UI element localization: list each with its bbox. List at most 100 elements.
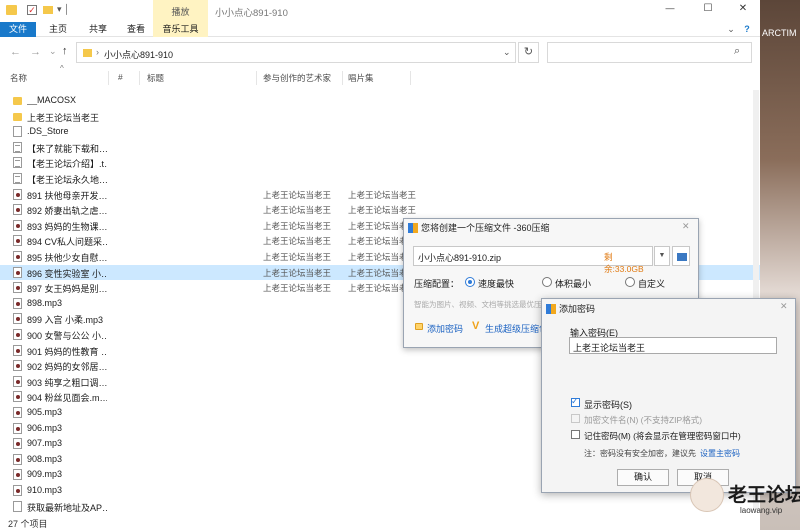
file-name[interactable]: 891 扶他母亲开发… (27, 189, 107, 202)
file-name[interactable]: 894 CV私人问题采… (27, 235, 107, 248)
archive-name-field[interactable]: 小小点心891-910.zip 剩余:33.0GB (413, 246, 653, 274)
file-name[interactable]: 906.mp3 (27, 423, 107, 433)
add-password-link[interactable]: 添加密码 (427, 322, 463, 335)
close-button[interactable]: ✕ (733, 3, 753, 14)
column-number[interactable]: # (118, 72, 123, 82)
audio-file-icon (13, 282, 22, 294)
file-name[interactable]: 获取最新地址及AP… (27, 501, 107, 514)
tab-view[interactable]: 查看 (118, 22, 154, 37)
help-icon[interactable]: ? (740, 22, 754, 37)
desktop-label[interactable]: ARCTIM (762, 28, 797, 38)
file-name[interactable]: 900 女警与公公 小… (27, 329, 107, 342)
watermark-url: laowang.vip (740, 506, 783, 515)
refresh-button[interactable]: ↻ (518, 42, 539, 63)
file-name[interactable]: 893 妈妈的生物课… (27, 220, 107, 233)
file-row[interactable]: 【来了就能下载和… (0, 140, 760, 156)
option-custom-label[interactable]: 自定义 (638, 277, 665, 290)
file-row[interactable]: 892 娇妻出轨之虐… 上老王论坛当老王 上老王论坛当老王 (0, 202, 760, 218)
checkbox-icon[interactable]: ✓ (27, 5, 37, 15)
path-dropdown-icon[interactable]: ▼ (654, 246, 670, 266)
document-icon (13, 157, 22, 169)
quick-access-menu[interactable]: ▾ │ (57, 4, 70, 15)
audio-file-icon (13, 251, 22, 262)
column-name[interactable]: 名称 (10, 72, 27, 84)
file-name[interactable]: 907.mp3 (27, 438, 107, 448)
file-name[interactable]: 【老王论坛永久地… (27, 173, 107, 186)
close-icon[interactable]: ✕ (780, 301, 788, 312)
tab-file[interactable]: 文件 (0, 22, 36, 37)
option-fastest-label[interactable]: 速度最快 (478, 277, 514, 290)
file-name[interactable]: 910.mp3 (27, 485, 107, 495)
back-button[interactable]: ← (10, 46, 21, 58)
file-name[interactable]: .DS_Store (27, 126, 107, 136)
file-name[interactable]: 904 粉丝见面会.m… (27, 391, 107, 404)
address-bar[interactable]: › 小小点心891-910 ⌄ (76, 42, 516, 63)
remember-password-label[interactable]: 记住密码(M) (将会显示在管理密码窗口中) (584, 430, 741, 442)
set-master-password-link[interactable]: 设置主密码 (700, 448, 740, 459)
browse-folder-button[interactable] (672, 246, 690, 266)
password-field[interactable]: 上老王论坛当老王 (569, 337, 777, 354)
search-input[interactable] (552, 46, 727, 59)
forward-button[interactable]: → (30, 46, 41, 58)
search-icon[interactable]: ⌕ (734, 45, 740, 58)
archive-filename: 小小点心891-910.zip (418, 253, 502, 263)
address-dropdown-icon[interactable]: ⌄ (503, 47, 511, 58)
file-name[interactable]: __MACOSX (27, 95, 107, 105)
tab-share[interactable]: 共享 (80, 22, 116, 37)
column-artist[interactable]: 参与创作的艺术家 (263, 72, 331, 84)
column-divider (256, 71, 257, 85)
file-name[interactable]: 上老王论坛当老王 (27, 111, 107, 124)
file-name[interactable]: 898.mp3 (27, 298, 107, 308)
file-name[interactable]: 903 纯享之粗口调… (27, 376, 107, 389)
file-row[interactable]: .DS_Store (0, 124, 760, 140)
compress-config-label: 压缩配置： (414, 279, 460, 289)
quick-access-folder-icon[interactable] (43, 6, 53, 14)
file-name[interactable]: 902 妈妈的女邻居… (27, 360, 107, 373)
file-name[interactable]: 908.mp3 (27, 454, 107, 464)
column-album[interactable]: 唱片集 (348, 72, 374, 84)
file-name[interactable]: 899 入宫 小柔.mp3 (27, 313, 107, 326)
option-custom-radio[interactable] (625, 277, 635, 287)
file-name[interactable]: 905.mp3 (27, 407, 107, 417)
file-row[interactable]: 891 扶他母亲开发… 上老王论坛当老王 上老王论坛当老王 (0, 187, 760, 203)
ribbon-expand-icon[interactable]: ⌄ (724, 22, 738, 37)
file-row[interactable]: 获取最新地址及AP… (0, 499, 760, 515)
option-fastest-radio[interactable] (465, 277, 475, 287)
show-password-checkbox[interactable]: ✓ (571, 396, 580, 407)
file-row[interactable]: 上老王论坛当老王 (0, 109, 760, 125)
column-title[interactable]: 标题 (147, 72, 164, 84)
minimize-button[interactable]: — (660, 3, 680, 13)
search-box[interactable]: ⌕ (547, 42, 752, 63)
file-name[interactable]: 895 扶他少女自慰… (27, 251, 107, 264)
ok-button[interactable]: 确认 (617, 469, 669, 486)
file-name[interactable]: 901 妈妈的性教育 … (27, 345, 107, 358)
up-button[interactable]: ↑ (62, 45, 68, 57)
document-icon (13, 500, 22, 512)
column-divider (410, 71, 411, 85)
file-name[interactable]: 892 娇妻出轨之虐… (27, 204, 107, 217)
status-bar: 27 个项目 (0, 516, 760, 530)
file-name[interactable]: 【来了就能下载和… (27, 142, 107, 155)
file-artist: 上老王论坛当老王 (263, 236, 332, 247)
context-tab-play[interactable]: 播放 (153, 0, 208, 22)
maximize-button[interactable]: ☐ (698, 3, 718, 14)
tab-music-tools[interactable]: 音乐工具 (153, 22, 208, 37)
lock-icon (415, 323, 423, 330)
file-name[interactable]: 896 变性实验室 小… (27, 267, 107, 280)
file-row[interactable]: 【老王论坛介绍】.t… (0, 155, 760, 171)
recent-locations-button[interactable]: ⌄ (49, 46, 57, 57)
breadcrumb-current[interactable]: 小小点心891-910 (104, 48, 173, 61)
option-smallest-radio[interactable] (542, 277, 552, 287)
file-name[interactable]: 897 女王妈妈是别… (27, 282, 107, 295)
tab-home[interactable]: 主页 (40, 22, 76, 37)
close-icon[interactable]: ✕ (682, 221, 690, 232)
file-name[interactable]: 909.mp3 (27, 469, 107, 479)
self-extract-link[interactable]: 生成超级压缩包 (485, 322, 548, 335)
remember-password-checkbox[interactable] (571, 430, 580, 439)
option-smallest-label[interactable]: 体积最小 (555, 277, 591, 290)
file-row[interactable]: 【老王论坛永久地… (0, 171, 760, 187)
show-password-label[interactable]: 显示密码(S) (584, 398, 632, 411)
navigation-bar: ← → ⌄ ↑ › 小小点心891-910 ⌄ ↻ ⌕ (0, 40, 760, 66)
file-row[interactable]: __MACOSX (0, 93, 760, 109)
file-name[interactable]: 【老王论坛介绍】.t… (27, 157, 107, 170)
